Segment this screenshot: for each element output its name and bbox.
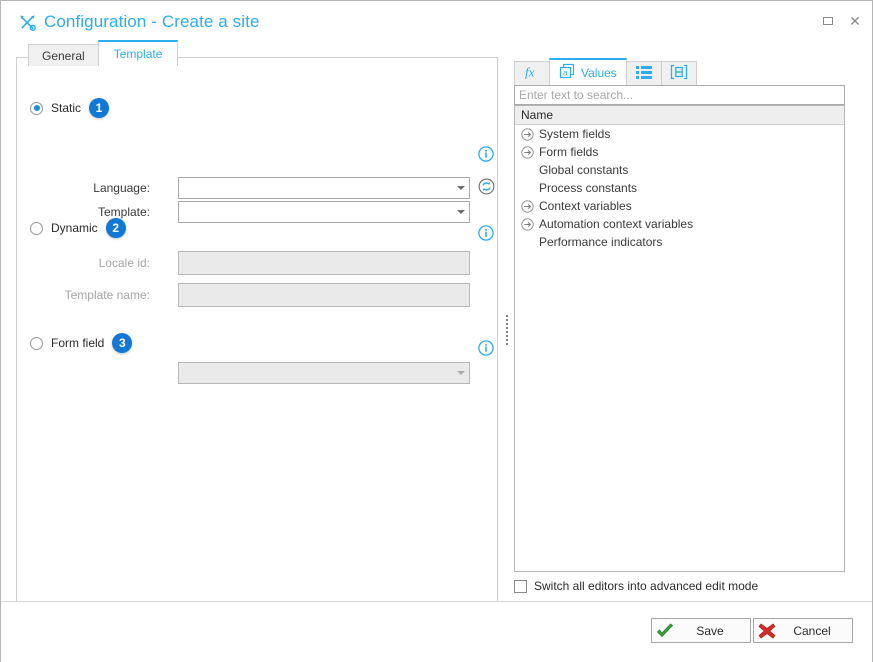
fx-icon: fx — [522, 64, 542, 83]
section-static: Static 1 — [30, 98, 110, 118]
title-bar: Configuration - Create a site ✕ — [1, 1, 872, 41]
tab-general-label: General — [42, 48, 85, 63]
tab-list[interactable] — [625, 61, 662, 85]
tree-item-label: Form fields — [539, 145, 599, 159]
advanced-mode-row[interactable]: Switch all editors into advanced edit mo… — [514, 579, 758, 593]
expand-arrow-icon[interactable] — [521, 217, 534, 231]
label-template-name: Template name: — [64, 288, 150, 302]
template-panel: General Template Static 1 Language: Temp… — [16, 40, 498, 603]
dialog-body: General Template Static 1 Language: Temp… — [1, 40, 872, 661]
combo-language[interactable] — [178, 177, 470, 199]
expand-arrow-icon[interactable] — [521, 145, 534, 159]
tree-column-header-label: Name — [521, 108, 554, 122]
radio-dynamic[interactable] — [30, 221, 43, 235]
green-check-icon — [652, 622, 678, 639]
tab-formula[interactable]: fx — [514, 61, 550, 85]
tree-item-label: Automation context variables — [539, 217, 694, 231]
tree-item-system-fields[interactable]: System fields — [515, 125, 844, 143]
search-input-placeholder: Enter text to search... — [519, 88, 634, 102]
expand-arrow-icon[interactable] — [521, 127, 534, 141]
label-template: Template: — [97, 205, 150, 219]
cancel-button[interactable]: Cancel — [753, 618, 853, 643]
list-icon — [635, 64, 653, 83]
tree-column-header: Name — [515, 106, 844, 125]
tree-item-label: Global constants — [539, 163, 629, 177]
svg-text:a: a — [563, 67, 568, 77]
info-icon-dynamic[interactable] — [478, 225, 494, 241]
maximize-icon[interactable] — [821, 14, 835, 28]
panel-splitter[interactable] — [504, 310, 509, 350]
page-title: Configuration - Create a site — [44, 12, 260, 31]
radio-dynamic-label: Dynamic — [51, 221, 98, 235]
input-template-name[interactable] — [178, 283, 470, 307]
tree-item-process-constants[interactable]: Process constants — [515, 179, 844, 197]
tree-item-performance-indicators[interactable]: Performance indicators — [515, 233, 844, 251]
radio-form-field-row[interactable]: Form field 3 — [30, 333, 133, 353]
tree-item-context-variables[interactable]: Context variables — [515, 197, 844, 215]
tab-template[interactable]: Template — [97, 40, 179, 66]
right-tabstrip: fx a Values — [514, 57, 697, 85]
tree-item-label: System fields — [539, 127, 611, 141]
advanced-mode-checkbox[interactable] — [514, 579, 527, 593]
search-input[interactable]: Enter text to search... — [514, 85, 845, 105]
radio-static-row[interactable]: Static 1 — [30, 98, 110, 118]
radio-dynamic-row[interactable]: Dynamic 2 — [30, 218, 126, 238]
expand-arrow-icon[interactable] — [521, 199, 534, 213]
tab-snippet[interactable] — [660, 61, 697, 85]
combo-template[interactable] — [178, 201, 470, 223]
tree-item-label: Performance indicators — [539, 235, 663, 249]
label-locale-id: Locale id: — [98, 256, 150, 270]
advanced-mode-label: Switch all editors into advanced edit mo… — [534, 579, 759, 593]
values-icon: a — [559, 63, 576, 83]
tree-item-label: Process constants — [539, 181, 638, 195]
svg-text:fx: fx — [525, 65, 535, 80]
values-tree[interactable]: Name System fields Form fields Global co… — [514, 105, 845, 572]
left-tabstrip: General Template — [28, 40, 179, 66]
dialog-footer: Save Cancel — [1, 601, 872, 662]
bracket-box-icon — [670, 64, 688, 83]
save-button-label: Save — [696, 623, 724, 638]
tab-values[interactable]: a Values — [549, 58, 627, 85]
chevron-down-icon[interactable] — [453, 210, 469, 214]
window-controls: ✕ — [821, 14, 862, 28]
chevron-down-icon[interactable] — [453, 186, 469, 190]
label-language: Language: — [93, 181, 150, 195]
cancel-button-label: Cancel — [793, 623, 831, 638]
section-dynamic: Dynamic 2 — [30, 218, 126, 238]
title-wrap: Configuration - Create a site — [18, 12, 260, 32]
tab-general[interactable]: General — [28, 44, 99, 66]
close-icon[interactable]: ✕ — [848, 14, 862, 28]
combo-form-field[interactable] — [178, 362, 470, 384]
input-locale-id[interactable] — [178, 251, 470, 275]
info-icon-static[interactable] — [478, 146, 494, 162]
values-panel: fx a Values Enter text to search... Name… — [512, 57, 857, 603]
tree-item-form-fields[interactable]: Form fields — [515, 143, 844, 161]
refresh-icon[interactable] — [478, 178, 495, 195]
tools-icon — [18, 13, 37, 32]
badge-3: 3 — [112, 333, 133, 353]
section-form-field: Form field 3 — [30, 333, 133, 353]
radio-static[interactable] — [30, 101, 43, 115]
tab-template-label: Template — [113, 47, 163, 61]
tree-item-global-constants[interactable]: Global constants — [515, 161, 844, 179]
badge-2: 2 — [105, 218, 126, 238]
info-icon-form-field[interactable] — [478, 340, 494, 356]
tree-item-label: Context variables — [539, 199, 632, 213]
radio-form-field-label: Form field — [51, 336, 105, 350]
configuration-dialog: Configuration - Create a site ✕ General … — [0, 0, 873, 662]
save-button[interactable]: Save — [651, 618, 751, 643]
badge-1: 1 — [89, 98, 110, 118]
chevron-down-icon[interactable] — [453, 371, 469, 375]
radio-form-field[interactable] — [30, 336, 43, 350]
tab-values-label: Values — [581, 65, 617, 80]
tree-item-automation-context-variables[interactable]: Automation context variables — [515, 215, 844, 233]
radio-static-label: Static — [51, 101, 82, 115]
red-cross-icon — [754, 623, 780, 639]
